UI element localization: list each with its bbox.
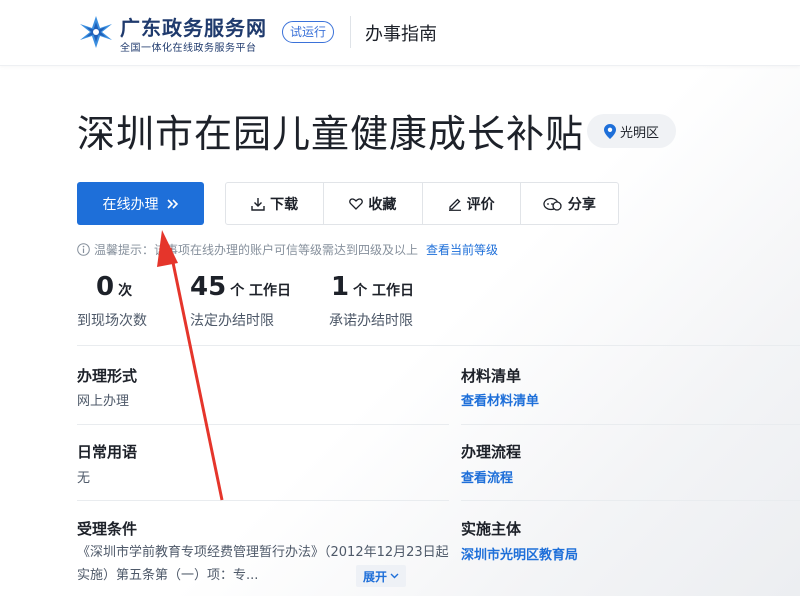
stat-promised-unit: 个 工作日 bbox=[353, 283, 414, 299]
gov-logo-icon[interactable] bbox=[78, 14, 114, 50]
form-value: 网上办理 bbox=[77, 394, 130, 409]
double-chevron-right-icon bbox=[166, 198, 178, 209]
process-label: 办理流程 bbox=[461, 443, 522, 461]
divider bbox=[461, 500, 800, 501]
heart-icon bbox=[349, 197, 364, 210]
region-tag[interactable]: 光明区 bbox=[587, 114, 676, 148]
view-level-link[interactable]: 查看当前等级 bbox=[426, 241, 498, 258]
download-button[interactable]: 下载 bbox=[226, 183, 325, 224]
phrase-label: 日常用语 bbox=[77, 443, 138, 461]
stat-promised-time: 1个 工作日 承诺办结时限 bbox=[329, 272, 414, 329]
stat-promised-number: 1 bbox=[331, 272, 350, 302]
stat-legal-time: 45 个 工作日 法定办结时限 bbox=[190, 272, 292, 329]
location-pin-icon bbox=[603, 123, 616, 139]
header-divider bbox=[350, 16, 351, 48]
online-apply-button[interactable]: 在线办理 bbox=[77, 182, 204, 225]
share-label: 分享 bbox=[567, 196, 596, 213]
site-header: 广东政务服务网 全国一体化在线政务服务平台 试运行 办事指南 bbox=[0, 0, 800, 66]
tip-text: 温馨提示：该事项在线办理的账户可信等级需达到四级及以上 bbox=[94, 243, 419, 257]
stat-visits-number: 0 bbox=[96, 272, 115, 302]
stat-visits-unit: 次 bbox=[118, 283, 133, 299]
chevron-down-icon bbox=[390, 573, 399, 579]
divider bbox=[77, 345, 800, 346]
share-button[interactable]: 分享 bbox=[521, 183, 618, 224]
stat-legal-unit: 个 工作日 bbox=[230, 283, 292, 299]
rate-label: 评价 bbox=[466, 196, 495, 213]
pencil-icon bbox=[448, 198, 461, 211]
divider bbox=[77, 500, 449, 501]
form-label: 办理形式 bbox=[77, 367, 138, 385]
download-label: 下载 bbox=[270, 196, 299, 213]
rate-button[interactable]: 评价 bbox=[423, 183, 521, 224]
site-name[interactable]: 广东政务服务网 bbox=[120, 12, 267, 41]
conditions-label: 受理条件 bbox=[77, 520, 138, 538]
materials-label: 材料清单 bbox=[461, 367, 522, 385]
service-guide-link[interactable]: 办事指南 bbox=[365, 20, 437, 46]
region-name: 光明区 bbox=[619, 125, 659, 141]
share-icon bbox=[543, 197, 562, 211]
stat-promised-label: 承诺办结时限 bbox=[329, 313, 413, 329]
expand-button[interactable]: 展开 bbox=[356, 565, 407, 587]
stat-legal-number: 45 bbox=[190, 272, 227, 302]
phrase-value: 无 bbox=[77, 471, 91, 486]
tip-bar: 温馨提示：该事项在线办理的账户可信等级需达到四级及以上 查看当前等级 bbox=[77, 241, 498, 258]
expand-label: 展开 bbox=[363, 569, 388, 584]
info-circle-icon bbox=[77, 243, 90, 256]
process-link[interactable]: 查看流程 bbox=[461, 467, 513, 486]
implementer-label: 实施主体 bbox=[461, 520, 522, 538]
action-group: 下载 收藏 评价 分享 bbox=[225, 182, 619, 225]
trial-badge: 试运行 bbox=[282, 21, 335, 43]
stat-visits: 0次 到现场次数 bbox=[77, 272, 147, 329]
favorite-label: 收藏 bbox=[368, 196, 397, 213]
divider bbox=[77, 424, 449, 425]
materials-link[interactable]: 查看材料清单 bbox=[461, 390, 539, 409]
stat-legal-label: 法定办结时限 bbox=[190, 313, 274, 329]
divider bbox=[461, 424, 800, 425]
online-apply-label: 在线办理 bbox=[102, 196, 159, 213]
stat-visits-label: 到现场次数 bbox=[77, 313, 147, 329]
favorite-button[interactable]: 收藏 bbox=[324, 183, 423, 224]
implementer-link[interactable]: 深圳市光明区教育局 bbox=[461, 544, 578, 563]
page-title: 深圳市在园儿童健康成长补贴 bbox=[77, 112, 585, 156]
site-subtitle: 全国一体化在线政务服务平台 bbox=[120, 43, 257, 54]
download-icon bbox=[251, 197, 265, 211]
